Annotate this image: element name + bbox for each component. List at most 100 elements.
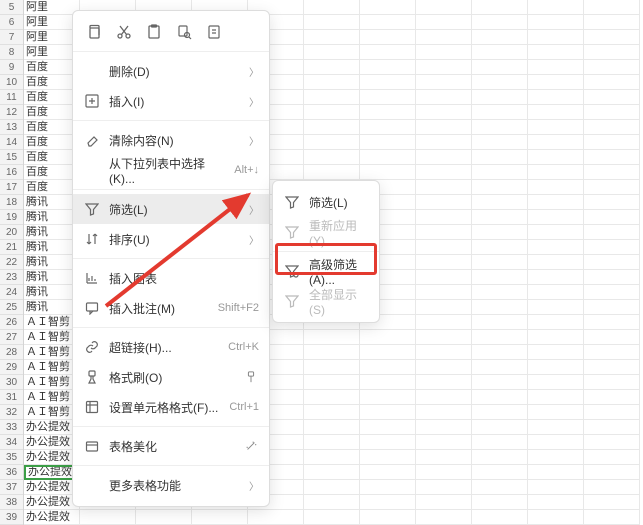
cell[interactable] — [304, 150, 360, 165]
row-header[interactable]: 35 — [0, 450, 23, 465]
cell[interactable] — [528, 465, 584, 480]
cell[interactable] — [528, 255, 584, 270]
cell[interactable] — [360, 360, 416, 375]
row-header[interactable]: 31 — [0, 390, 23, 405]
cell[interactable] — [304, 330, 360, 345]
cell[interactable] — [528, 225, 584, 240]
submenu-advanced-filter[interactable]: 高级筛选(A)... — [273, 256, 379, 286]
cell[interactable] — [416, 90, 472, 105]
cell[interactable] — [528, 0, 584, 15]
cell[interactable] — [416, 480, 472, 495]
cell[interactable] — [416, 450, 472, 465]
cell[interactable] — [472, 240, 528, 255]
cell[interactable] — [360, 330, 416, 345]
cell[interactable] — [528, 60, 584, 75]
cell[interactable] — [360, 390, 416, 405]
cell[interactable] — [416, 225, 472, 240]
cell[interactable] — [192, 510, 248, 525]
cell[interactable] — [416, 120, 472, 135]
cell[interactable] — [472, 495, 528, 510]
cell[interactable] — [472, 180, 528, 195]
cell[interactable] — [472, 465, 528, 480]
cell[interactable] — [416, 105, 472, 120]
cell[interactable] — [584, 270, 640, 285]
cell[interactable] — [584, 210, 640, 225]
cell[interactable] — [416, 255, 472, 270]
cell[interactable] — [416, 405, 472, 420]
cell[interactable] — [528, 270, 584, 285]
cell[interactable] — [304, 360, 360, 375]
row-header[interactable]: 12 — [0, 105, 23, 120]
row-header[interactable]: 8 — [0, 45, 23, 60]
cell[interactable] — [416, 315, 472, 330]
cell[interactable] — [136, 510, 192, 525]
cell[interactable] — [360, 0, 416, 15]
cell[interactable] — [360, 75, 416, 90]
cell[interactable] — [80, 510, 136, 525]
menu-dropdown-select[interactable]: 从下拉列表中选择(K)... Alt+↓ — [73, 155, 269, 185]
row-header[interactable]: 27 — [0, 330, 23, 345]
row-header[interactable]: 34 — [0, 435, 23, 450]
row-header[interactable]: 18 — [0, 195, 23, 210]
cell[interactable] — [584, 45, 640, 60]
cell[interactable] — [304, 465, 360, 480]
cell[interactable] — [360, 120, 416, 135]
cell[interactable] — [472, 285, 528, 300]
cell[interactable] — [360, 375, 416, 390]
cell[interactable] — [472, 30, 528, 45]
cell[interactable] — [416, 375, 472, 390]
row-header[interactable]: 13 — [0, 120, 23, 135]
cell[interactable] — [584, 60, 640, 75]
cell[interactable] — [416, 345, 472, 360]
cell[interactable] — [304, 135, 360, 150]
cell[interactable] — [528, 30, 584, 45]
row-header[interactable]: 15 — [0, 150, 23, 165]
row-header[interactable]: 9 — [0, 60, 23, 75]
row-header[interactable]: 7 — [0, 30, 23, 45]
cell[interactable] — [360, 465, 416, 480]
row-header[interactable]: 39 — [0, 510, 23, 525]
cell[interactable] — [304, 105, 360, 120]
cell[interactable] — [528, 135, 584, 150]
cell[interactable] — [584, 480, 640, 495]
cell[interactable] — [584, 285, 640, 300]
menu-cell-format[interactable]: 设置单元格格式(F)... Ctrl+1 — [73, 392, 269, 422]
cell[interactable] — [472, 330, 528, 345]
cell[interactable] — [528, 210, 584, 225]
cell[interactable] — [528, 345, 584, 360]
row-header[interactable]: 30 — [0, 375, 23, 390]
row-header[interactable]: 25 — [0, 300, 23, 315]
cell[interactable] — [528, 195, 584, 210]
row-header[interactable]: 37 — [0, 480, 23, 495]
cell[interactable] — [584, 75, 640, 90]
cell[interactable] — [360, 510, 416, 525]
cell[interactable] — [584, 435, 640, 450]
cell[interactable] — [584, 150, 640, 165]
cell[interactable] — [416, 240, 472, 255]
cell[interactable] — [584, 510, 640, 525]
cell[interactable] — [472, 105, 528, 120]
menu-insert[interactable]: 插入(I) 〉 — [73, 86, 269, 116]
cell[interactable] — [528, 165, 584, 180]
cell[interactable] — [416, 45, 472, 60]
cell[interactable] — [528, 510, 584, 525]
cell[interactable] — [416, 135, 472, 150]
row-header[interactable]: 14 — [0, 135, 23, 150]
cell[interactable] — [304, 15, 360, 30]
cell[interactable] — [304, 30, 360, 45]
cell[interactable] — [584, 450, 640, 465]
menu-clear[interactable]: 清除内容(N) 〉 — [73, 125, 269, 155]
cell[interactable] — [360, 405, 416, 420]
paste-icon[interactable] — [143, 21, 165, 43]
cell[interactable] — [584, 0, 640, 15]
cell[interactable] — [472, 315, 528, 330]
row-header[interactable]: 16 — [0, 165, 23, 180]
cell[interactable] — [304, 345, 360, 360]
cell[interactable] — [584, 405, 640, 420]
cell[interactable] — [304, 75, 360, 90]
cell[interactable] — [416, 420, 472, 435]
cell[interactable] — [416, 360, 472, 375]
copy-icon[interactable] — [83, 21, 105, 43]
cell[interactable] — [360, 495, 416, 510]
cell[interactable] — [416, 150, 472, 165]
